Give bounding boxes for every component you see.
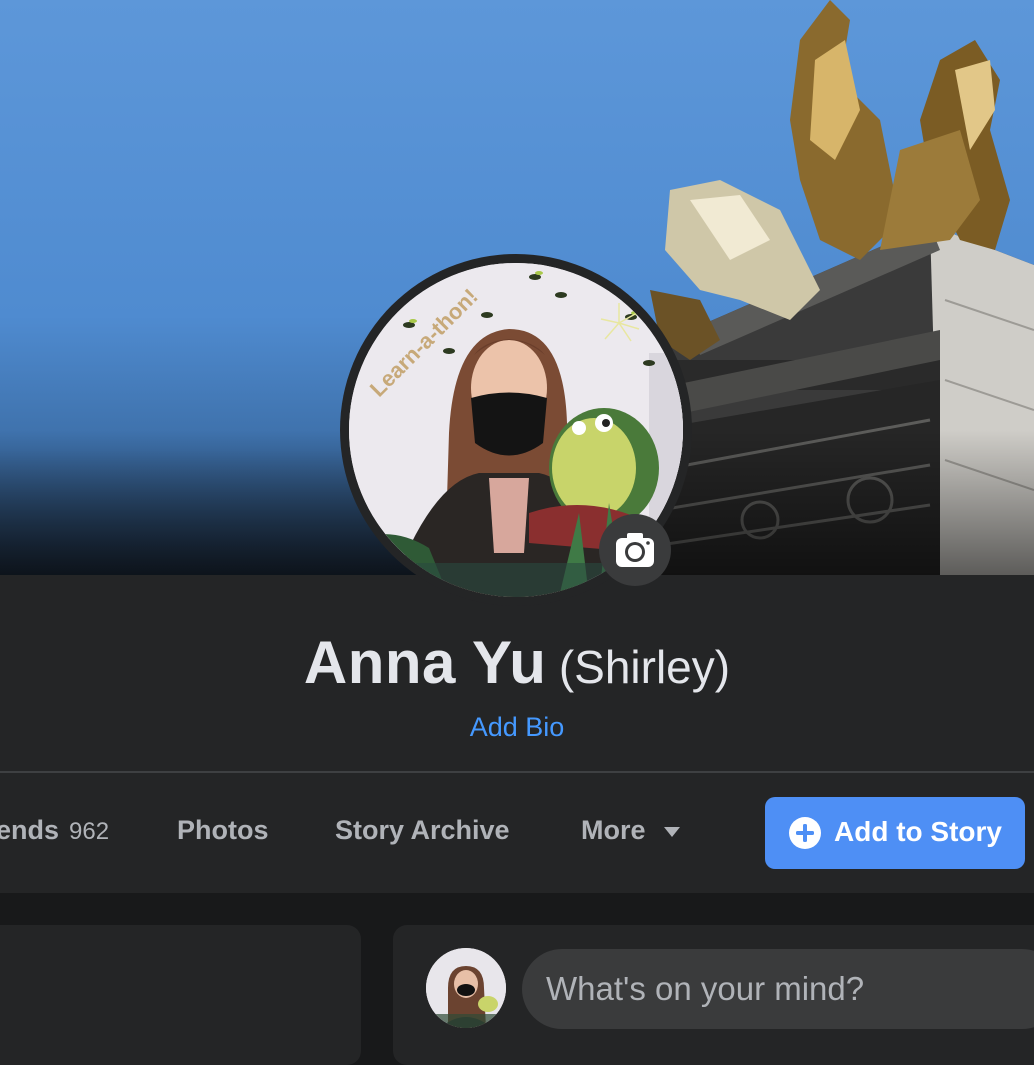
tab-more-label: More [581, 815, 646, 845]
tab-friends[interactable]: ends 962 [0, 815, 109, 846]
plus-circle-icon [789, 817, 821, 849]
camera-icon [616, 533, 654, 567]
tab-friends-label: ends [0, 815, 60, 845]
tab-story-archive[interactable]: Story Archive [335, 815, 510, 846]
profile-name: Anna Yu (Shirley) [0, 628, 1034, 697]
update-profile-photo-button[interactable] [599, 514, 671, 586]
profile-alternate-name: (Shirley) [558, 641, 731, 693]
friends-count: 962 [69, 818, 110, 845]
composer-avatar[interactable] [426, 948, 506, 1028]
profile-name-main: Anna Yu [303, 629, 547, 696]
composer-avatar-image [426, 948, 506, 1028]
add-to-story-button[interactable]: Add to Story [765, 797, 1025, 869]
tab-more[interactable]: More [581, 815, 681, 846]
whats-on-your-mind-input[interactable]: What's on your mind? [522, 949, 1034, 1029]
caret-down-icon [664, 826, 681, 837]
header-divider [0, 771, 1034, 773]
tab-photos[interactable]: Photos [177, 815, 269, 846]
add-bio-link[interactable]: Add Bio [0, 712, 1034, 743]
intro-card [0, 925, 361, 1065]
add-to-story-label: Add to Story [834, 816, 1002, 847]
